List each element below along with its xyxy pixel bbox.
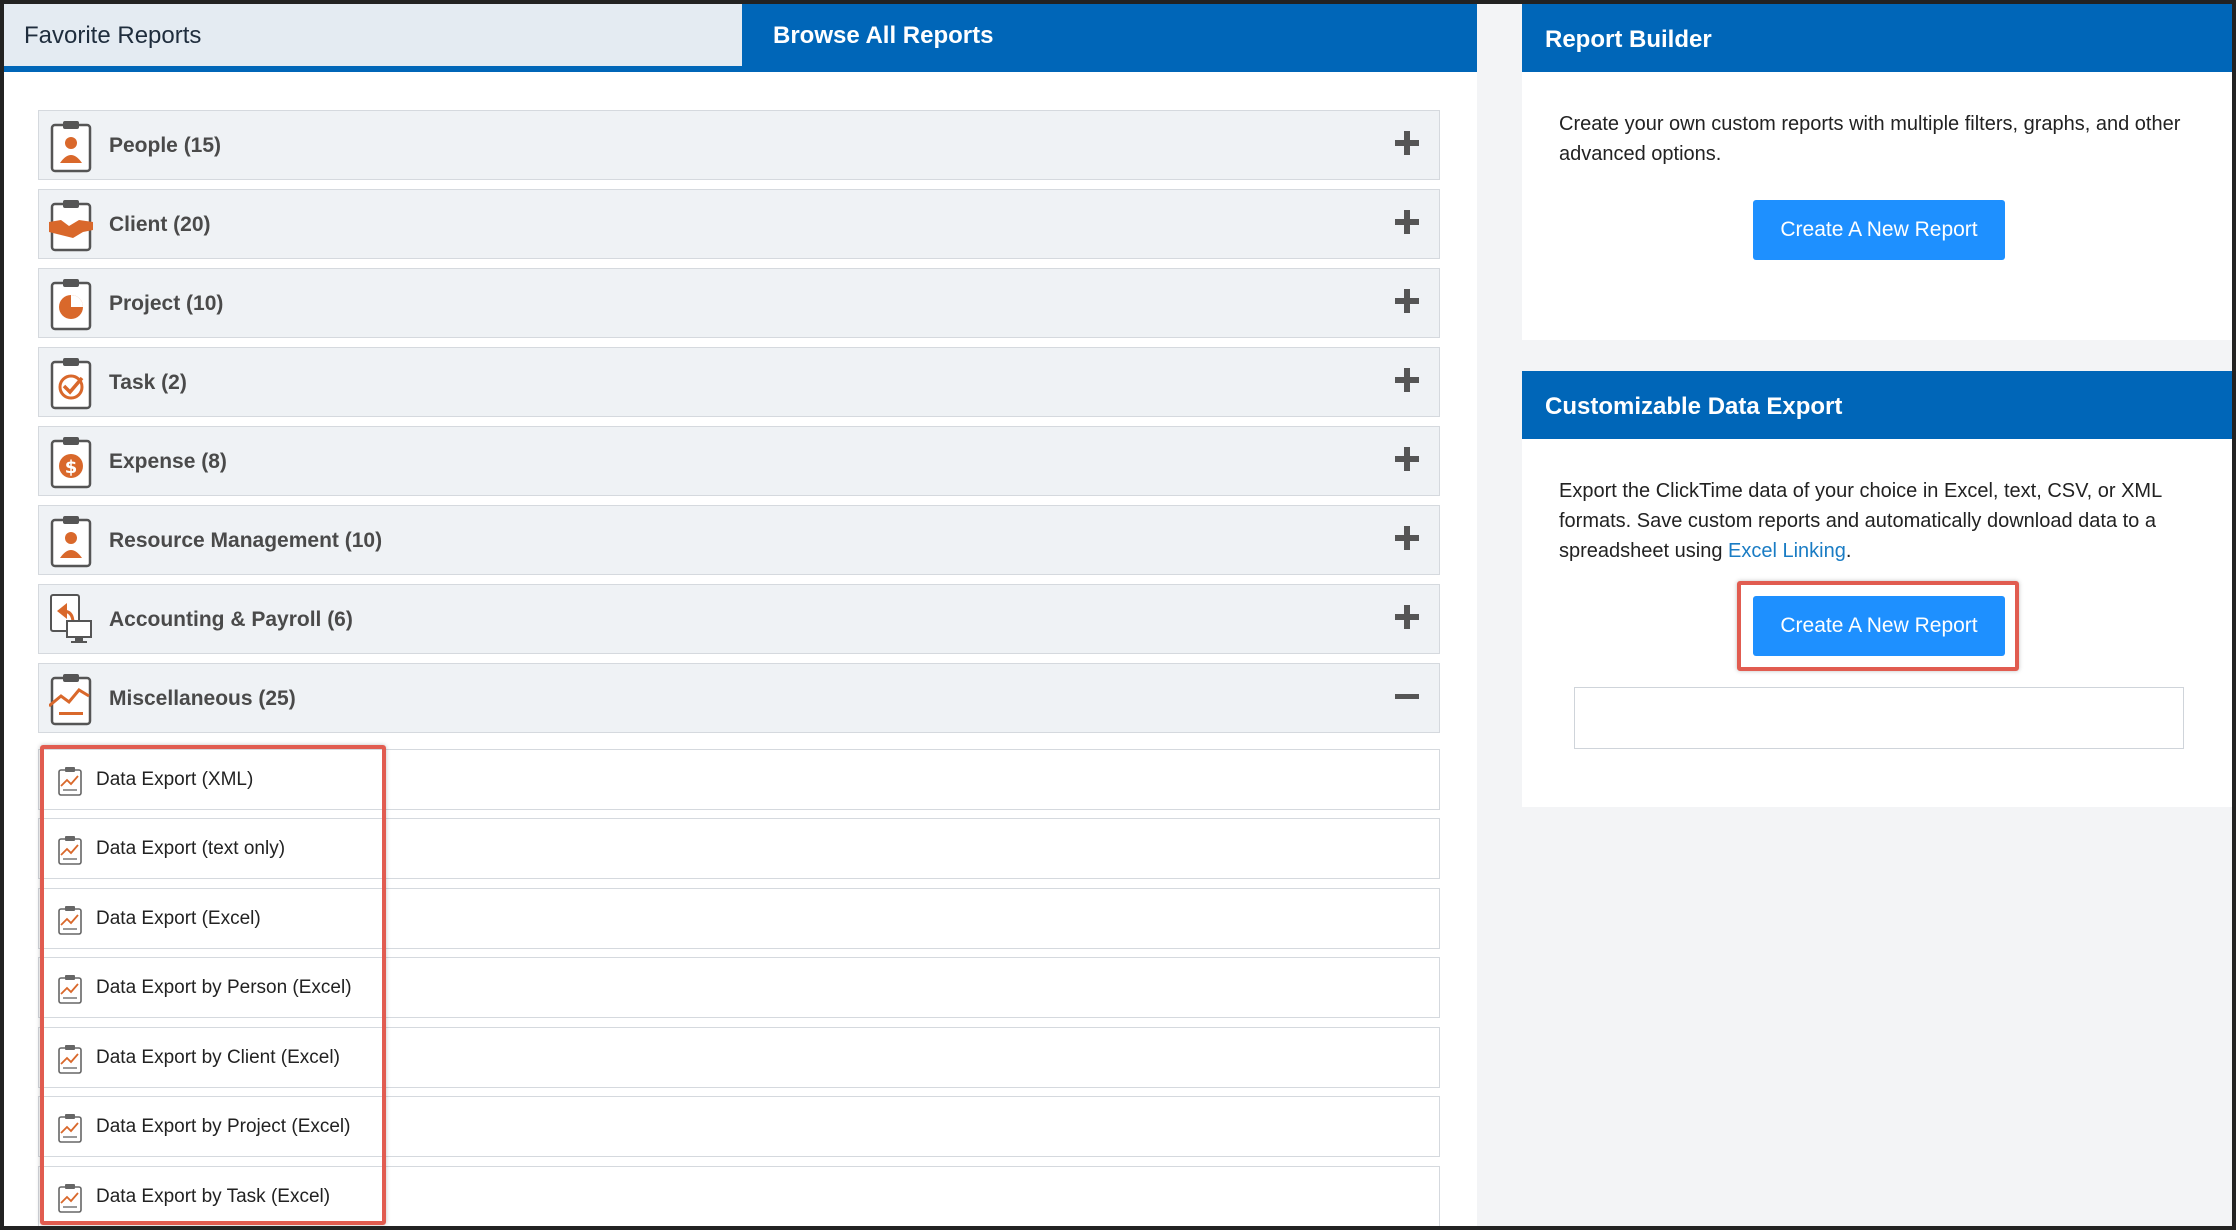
- category-miscellaneous[interactable]: Miscellaneous (25): [38, 663, 1440, 733]
- person-clipboard-icon: [50, 121, 92, 173]
- plus-icon[interactable]: [1393, 445, 1421, 473]
- card-description: Create your own custom reports with mult…: [1559, 113, 2181, 165]
- category-people[interactable]: People (15): [38, 110, 1440, 180]
- category-label: Expense (8): [109, 450, 227, 473]
- card-header: Customizable Data Export: [1522, 371, 2232, 439]
- export-placeholder-box: [1574, 687, 2184, 749]
- plus-icon[interactable]: [1393, 524, 1421, 552]
- category-label: Client (20): [109, 213, 211, 236]
- card-title: Customizable Data Export: [1545, 393, 1843, 420]
- description-text: Export the ClickTime data of your choice…: [1559, 480, 2162, 562]
- monitor-return-icon: [50, 594, 92, 643]
- category-expense[interactable]: $ Expense (8): [38, 426, 1440, 496]
- card-description: Export the ClickTime data of your choice…: [1559, 476, 2209, 566]
- description-end: .: [1845, 540, 1852, 562]
- category-label: Task (2): [109, 371, 187, 394]
- category-project[interactable]: Project (10): [38, 268, 1440, 338]
- tab-favorite-label: Favorite Reports: [24, 22, 202, 49]
- category-label: Miscellaneous (25): [109, 687, 296, 710]
- dollar-clipboard-icon: $: [50, 437, 92, 489]
- category-task[interactable]: Task (2): [38, 347, 1440, 417]
- pie-chart-clipboard-icon: [50, 279, 92, 331]
- reports-panel: Favorite Reports Browse All Reports Peop…: [4, 4, 1477, 1226]
- category-client[interactable]: Client (20): [38, 189, 1440, 259]
- person-clipboard-icon: [50, 516, 92, 568]
- category-accounting-payroll[interactable]: Accounting & Payroll (6): [38, 584, 1440, 654]
- category-label: People (15): [109, 134, 222, 157]
- plus-icon[interactable]: [1393, 208, 1421, 236]
- highlight-annotation-report-list: [40, 745, 386, 1225]
- category-label: Resource Management (10): [109, 529, 383, 552]
- line-chart-clipboard-icon: [49, 674, 92, 726]
- tab-favorite-reports[interactable]: Favorite Reports: [4, 4, 742, 66]
- card-header: Report Builder: [1522, 4, 2232, 72]
- create-new-report-button[interactable]: Create A New Report: [1753, 200, 2005, 260]
- card-title: Report Builder: [1545, 26, 1712, 53]
- plus-icon[interactable]: [1393, 129, 1421, 157]
- report-builder-card: Report Builder Create your own custom re…: [1522, 4, 2232, 340]
- report-tabs: Favorite Reports Browse All Reports: [4, 4, 1477, 72]
- tab-browse-label: Browse All Reports: [773, 22, 994, 49]
- handshake-clipboard-icon: [49, 200, 93, 252]
- highlight-annotation-button: [1737, 581, 2019, 671]
- category-resource-management[interactable]: Resource Management (10): [38, 505, 1440, 575]
- plus-icon[interactable]: [1393, 287, 1421, 315]
- plus-icon[interactable]: [1393, 366, 1421, 394]
- plus-icon[interactable]: [1393, 603, 1421, 631]
- category-label: Accounting & Payroll (6): [109, 608, 353, 631]
- svg-text:$: $: [65, 457, 78, 478]
- minus-icon[interactable]: [1393, 682, 1421, 710]
- checkmark-clipboard-icon: [50, 358, 92, 410]
- category-label: Project (10): [109, 292, 224, 315]
- data-export-card: Customizable Data Export Export the Clic…: [1522, 371, 2232, 807]
- excel-linking-link[interactable]: Excel Linking: [1728, 540, 1846, 562]
